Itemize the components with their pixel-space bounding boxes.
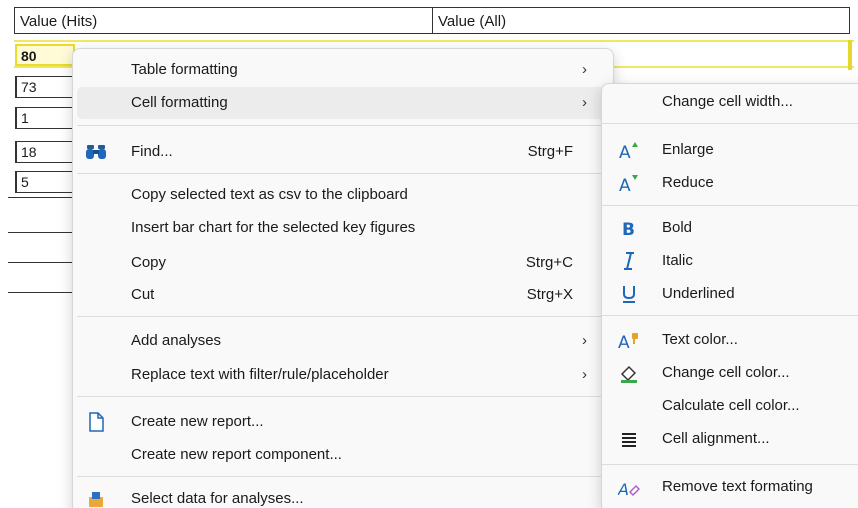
table-cell[interactable]: 80 <box>15 44 75 66</box>
fill-color-icon <box>618 362 640 384</box>
menu-item-label: Calculate cell color... <box>662 397 800 414</box>
table-cell[interactable]: 5 <box>15 171 75 193</box>
menu-separator <box>77 125 609 126</box>
bold-icon: B <box>618 217 640 239</box>
menu-item-create-component[interactable]: Create new report component... <box>77 439 609 471</box>
menu-item-label: Underlined <box>662 285 735 302</box>
menu-item-label: Create new report component... <box>131 446 342 463</box>
menu-item-label: Bold <box>662 219 693 236</box>
menu-item-calculate-cell-color[interactable]: Calculate cell color... <box>606 390 858 422</box>
chevron-right-icon: › <box>582 94 587 111</box>
new-document-icon <box>85 411 107 433</box>
selection-marker <box>848 40 852 70</box>
menu-item-change-cell-width[interactable]: Change cell width... <box>606 86 858 118</box>
menu-item-underlined[interactable]: Underlined <box>606 278 858 310</box>
screen: Value (Hits) Value (All) 80 73 1 18 5 Ta… <box>0 0 858 508</box>
menu-separator <box>77 476 609 477</box>
menu-item-cut[interactable]: Cut Strg+X <box>77 279 609 311</box>
menu-item-label: Cell alignment... <box>662 430 770 447</box>
binoculars-icon <box>85 141 107 163</box>
menu-item-label: Create new report... <box>131 413 264 430</box>
divider <box>8 292 76 293</box>
menu-item-reduce[interactable]: A Reduce <box>606 167 858 199</box>
menu-item-replace-text[interactable]: Replace text with filter/rule/placeholde… <box>77 359 609 391</box>
menu-item-remove-formatting[interactable]: A Remove text formating <box>606 471 858 503</box>
menu-item-label: Select data for analyses... <box>131 490 304 507</box>
menu-item-label: Add analyses <box>131 332 222 349</box>
menu-item-copy[interactable]: Copy Strg+C <box>77 247 609 279</box>
divider <box>8 262 76 263</box>
align-icon <box>618 428 640 450</box>
underline-icon <box>618 283 640 305</box>
shortcut-label: Strg+C <box>525 254 573 271</box>
menu-item-find[interactable]: Find... Strg+F <box>77 136 609 168</box>
menu-item-create-report[interactable]: Create new report... <box>77 406 609 438</box>
menu-item-change-cell-color[interactable]: Change cell color... <box>606 357 858 389</box>
text-color-icon: A <box>618 329 640 351</box>
clear-formatting-icon: A <box>618 476 640 498</box>
table-cell[interactable]: 73 <box>15 76 75 98</box>
menu-item-italic[interactable]: Italic <box>606 245 858 277</box>
menu-item-label: Remove text formating <box>662 478 813 495</box>
chevron-right-icon: › <box>582 366 587 383</box>
menu-separator <box>602 464 858 465</box>
data-select-icon <box>85 488 107 508</box>
menu-item-add-analyses[interactable]: Add analyses › <box>77 325 609 357</box>
divider <box>8 232 76 233</box>
menu-separator <box>602 205 858 206</box>
context-menu: Table formatting › Cell formatting › Fin… <box>72 48 614 508</box>
svg-text:A: A <box>619 176 631 194</box>
font-enlarge-icon: A <box>618 139 640 161</box>
italic-icon <box>618 250 640 272</box>
menu-item-label: Copy selected text as csv to the clipboa… <box>131 186 408 203</box>
menu-item-label: Table formatting <box>131 61 238 78</box>
table-cell[interactable]: 1 <box>15 107 75 129</box>
font-reduce-icon: A <box>618 172 640 194</box>
menu-item-label: Change cell width... <box>662 93 793 110</box>
shortcut-label: Strg+F <box>527 143 573 160</box>
menu-item-label: Find... <box>131 143 173 160</box>
menu-item-label: Cut <box>131 286 155 303</box>
menu-item-enlarge[interactable]: A Enlarge <box>606 134 858 166</box>
divider <box>8 197 76 198</box>
column-header-value-all[interactable]: Value (All) <box>432 7 850 34</box>
menu-separator <box>602 123 858 124</box>
menu-separator <box>77 396 609 397</box>
table-cell[interactable]: 18 <box>15 141 75 163</box>
menu-item-label: Insert bar chart for the selected key fi… <box>131 219 416 236</box>
menu-item-label: Cell formatting <box>131 94 228 111</box>
svg-text:A: A <box>618 480 629 498</box>
menu-item-insert-bar-chart[interactable]: Insert bar chart for the selected key fi… <box>77 212 609 244</box>
svg-text:A: A <box>619 143 631 161</box>
menu-item-bold[interactable]: B Bold <box>606 212 858 244</box>
menu-item-label: Reduce <box>662 174 714 191</box>
menu-item-label: Text color... <box>662 331 738 348</box>
menu-item-text-color[interactable]: A Text color... <box>606 324 858 356</box>
menu-item-cell-alignment[interactable]: Cell alignment... <box>606 423 858 455</box>
menu-item-label: Italic <box>662 252 693 269</box>
menu-item-cell-formatting[interactable]: Cell formatting › <box>77 87 609 119</box>
cell-formatting-submenu: Change cell width... A Enlarge A Reduce <box>601 83 858 508</box>
chevron-right-icon: › <box>582 61 587 78</box>
menu-item-label: Copy <box>131 254 167 271</box>
menu-item-select-data[interactable]: Select data for analyses... <box>77 483 609 508</box>
menu-item-label: Enlarge <box>662 141 714 158</box>
svg-text:A: A <box>618 333 630 351</box>
menu-separator <box>77 316 609 317</box>
chevron-right-icon: › <box>582 332 587 349</box>
shortcut-label: Strg+X <box>526 286 573 303</box>
menu-separator <box>602 315 858 316</box>
menu-item-copy-csv[interactable]: Copy selected text as csv to the clipboa… <box>77 179 609 211</box>
column-header-value-hits[interactable]: Value (Hits) <box>14 7 432 34</box>
menu-item-table-formatting[interactable]: Table formatting › <box>77 54 609 86</box>
menu-item-label: Change cell color... <box>662 364 790 381</box>
menu-separator <box>77 173 609 174</box>
svg-text:B: B <box>622 220 635 239</box>
menu-item-label: Replace text with filter/rule/placeholde… <box>131 366 389 383</box>
